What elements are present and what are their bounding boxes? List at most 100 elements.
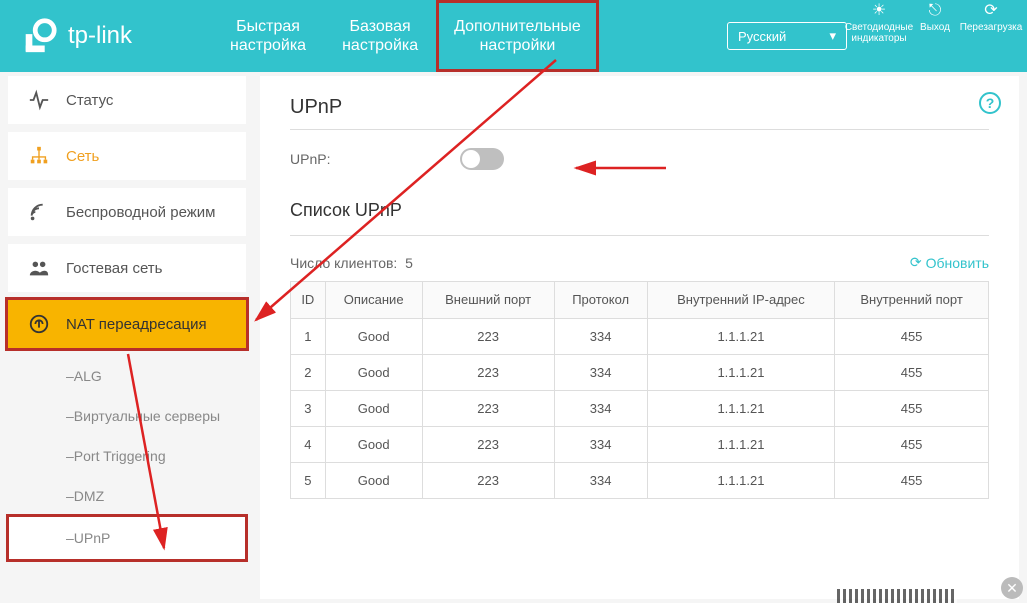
table-row: 2Good2233341.1.1.21455 [291, 354, 989, 390]
sub-item-label: UPnP [74, 530, 111, 546]
section-title-upnp: UPnP [290, 96, 989, 119]
tab-label: настройки [480, 36, 556, 55]
cell-ext_port: 223 [422, 462, 554, 498]
col-proto: Протокол [554, 282, 647, 319]
cell-ext_port: 223 [422, 426, 554, 462]
table-row: 3Good2233341.1.1.21455 [291, 390, 989, 426]
reboot-button[interactable]: ⟳ Перезагрузка [963, 2, 1019, 44]
logout-button[interactable]: ⎋ Выход [907, 2, 963, 44]
upnp-label: UPnP: [290, 151, 460, 167]
cell-id: 3 [291, 390, 326, 426]
brand-logo: tp-link [20, 17, 132, 55]
logout-label: Выход [920, 22, 950, 33]
reboot-label: Перезагрузка [960, 22, 1023, 33]
sub-item-label: ALG [74, 368, 102, 384]
leds-button[interactable]: ☀ Светодиодные индикаторы [851, 2, 907, 44]
cell-desc: Good [325, 354, 422, 390]
clients-row: Число клиентов: 5 ⟳ Обновить [290, 254, 989, 271]
refresh-label: Обновить [926, 255, 989, 271]
sidebar-item-status[interactable]: Статус [8, 76, 246, 124]
sidebar-item-network[interactable]: Сеть [8, 132, 246, 180]
cell-desc: Good [325, 318, 422, 354]
tab-label: Дополнительные [454, 17, 581, 36]
divider [290, 129, 989, 130]
content-panel: ? UPnP UPnP: Список UPnP Число клиентов:… [260, 76, 1019, 599]
logout-icon: ⎋ [929, 2, 942, 20]
network-icon [26, 143, 52, 169]
clients-label-text: Число клиентов: [290, 255, 397, 271]
cell-ext_port: 223 [422, 318, 554, 354]
help-button[interactable]: ? [979, 92, 1001, 114]
language-value: Русский [738, 29, 786, 44]
reboot-icon: ⟳ [984, 2, 997, 20]
cell-id: 4 [291, 426, 326, 462]
sub-item-label: Port Triggering [74, 448, 166, 464]
upnp-toggle[interactable] [460, 148, 504, 170]
tplink-logo-icon [20, 17, 58, 55]
sub-item-alg[interactable]: – ALG [8, 356, 246, 396]
nat-icon [26, 311, 52, 337]
cell-int_port: 455 [835, 390, 989, 426]
table-row: 5Good2233341.1.1.21455 [291, 462, 989, 498]
refresh-icon: ⟳ [910, 254, 922, 271]
cell-int_port: 455 [835, 354, 989, 390]
cell-int_ip: 1.1.1.21 [647, 390, 834, 426]
divider [290, 235, 989, 236]
cell-int_ip: 1.1.1.21 [647, 354, 834, 390]
cell-desc: Good [325, 426, 422, 462]
cell-int_port: 455 [835, 426, 989, 462]
table-row: 1Good2233341.1.1.21455 [291, 318, 989, 354]
activity-icon [26, 87, 52, 113]
refresh-button[interactable]: ⟳ Обновить [910, 254, 989, 271]
sub-item-port-triggering[interactable]: – Port Triggering [8, 436, 246, 476]
sidebar-item-label: Сеть [66, 148, 99, 165]
lightbulb-icon: ☀ [872, 2, 886, 20]
nat-sub-menu: – ALG – Виртуальные серверы – Port Trigg… [8, 356, 246, 560]
tab-advanced[interactable]: Дополнительные настройки [436, 0, 599, 72]
tab-basic[interactable]: Базовая настройка [324, 0, 436, 72]
cell-desc: Good [325, 390, 422, 426]
sidebar-item-label: Беспроводной режим [66, 204, 215, 221]
cell-proto: 334 [554, 354, 647, 390]
cell-int_ip: 1.1.1.21 [647, 318, 834, 354]
sub-item-virtual-servers[interactable]: – Виртуальные серверы [8, 396, 246, 436]
cell-id: 1 [291, 318, 326, 354]
cell-int_ip: 1.1.1.21 [647, 462, 834, 498]
cell-ext_port: 223 [422, 390, 554, 426]
list-title: Список UPnP [290, 200, 989, 221]
upnp-toggle-row: UPnP: [290, 148, 989, 170]
language-select[interactable]: Русский ▾ [727, 22, 847, 50]
cell-proto: 334 [554, 426, 647, 462]
table-header-row: ID Описание Внешний порт Протокол Внутре… [291, 282, 989, 319]
sidebar-item-guest[interactable]: Гостевая сеть [8, 244, 246, 292]
close-icon[interactable]: ✕ [1001, 577, 1023, 599]
sidebar-item-wireless[interactable]: Беспроводной режим [8, 188, 246, 236]
sub-item-label: DMZ [74, 488, 104, 504]
wifi-icon [26, 199, 52, 225]
sidebar-item-label: Статус [66, 92, 113, 109]
cell-int_port: 455 [835, 462, 989, 498]
col-int-port: Внутренний порт [835, 282, 989, 319]
leds-label: Светодиодные индикаторы [845, 22, 913, 44]
tab-quick-setup[interactable]: Быстрая настройка [212, 0, 324, 72]
col-int-ip: Внутренний IP-адрес [647, 282, 834, 319]
sidebar-item-nat[interactable]: NAT переадресация [8, 300, 246, 348]
tab-label: Быстрая [236, 17, 300, 36]
cell-int_port: 455 [835, 318, 989, 354]
cell-desc: Good [325, 462, 422, 498]
sidebar-item-label: Гостевая сеть [66, 260, 162, 277]
cell-int_ip: 1.1.1.21 [647, 426, 834, 462]
table-row: 4Good2233341.1.1.21455 [291, 426, 989, 462]
col-desc: Описание [325, 282, 422, 319]
tab-label: Базовая [350, 17, 411, 36]
cell-proto: 334 [554, 462, 647, 498]
clients-label: Число клиентов: 5 [290, 255, 413, 271]
cell-ext_port: 223 [422, 354, 554, 390]
sub-item-label: Виртуальные серверы [74, 408, 220, 424]
header-actions: ☀ Светодиодные индикаторы ⎋ Выход ⟳ Пере… [851, 2, 1019, 44]
cell-proto: 334 [554, 318, 647, 354]
sidebar-item-label: NAT переадресация [66, 316, 207, 333]
sub-item-dmz[interactable]: – DMZ [8, 476, 246, 516]
cell-proto: 334 [554, 390, 647, 426]
sub-item-upnp[interactable]: – UPnP [8, 516, 246, 560]
